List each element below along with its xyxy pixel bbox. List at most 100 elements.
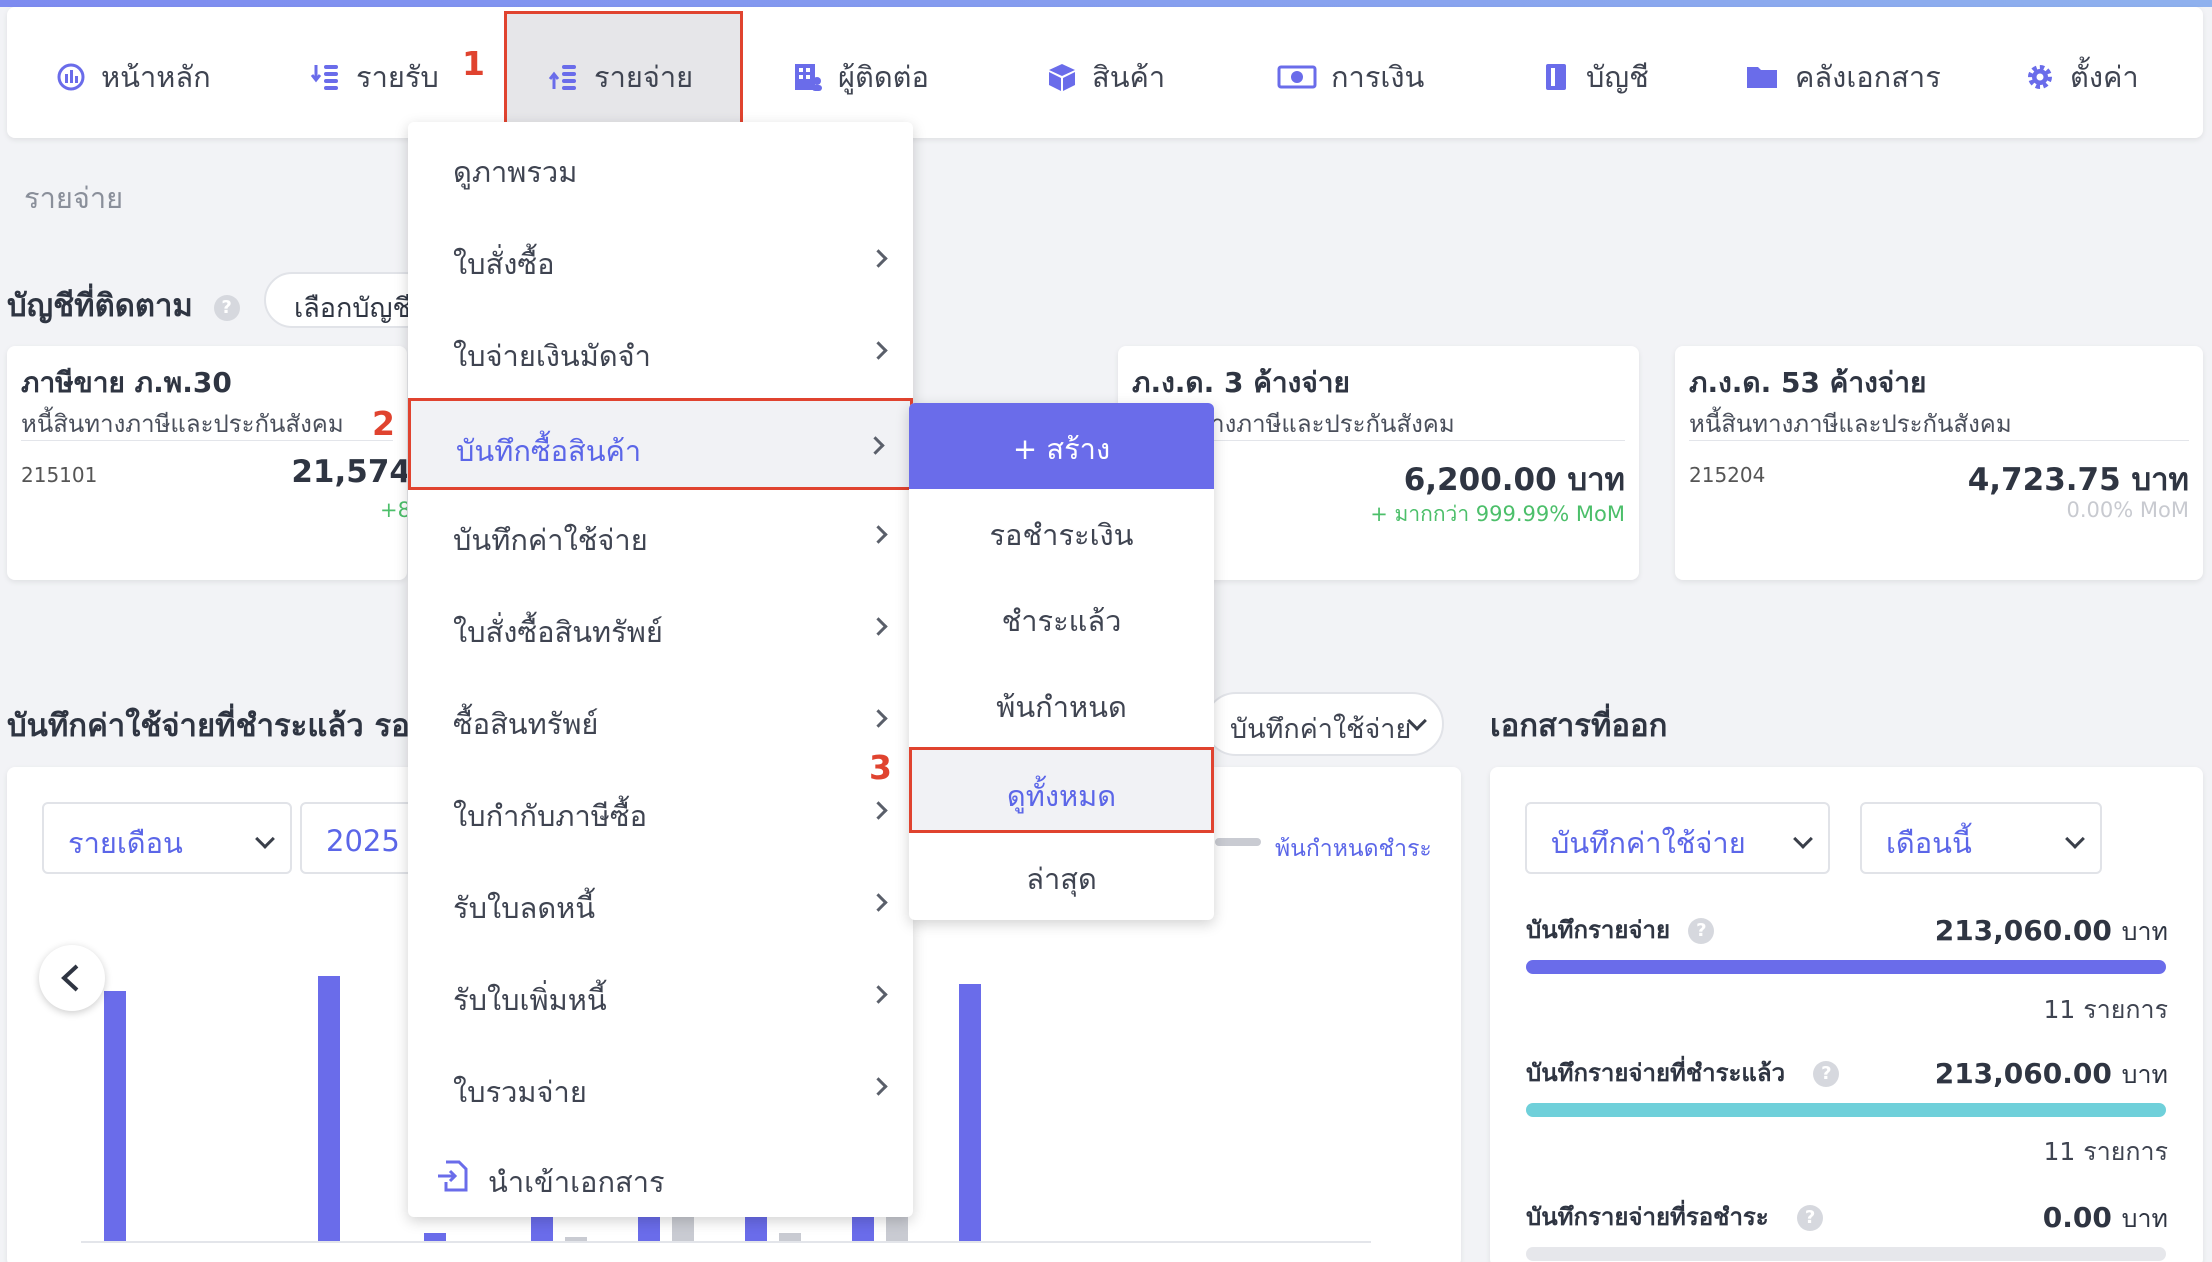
nav-label: ตั้งค่า <box>2070 60 2139 94</box>
card-amount: 21,574 <box>291 454 407 490</box>
chevron-left-icon <box>61 964 79 992</box>
folder-icon <box>1747 67 1777 88</box>
submenu-item-latest[interactable]: ล่าสุด <box>909 833 1214 919</box>
nav-label: บัญชี <box>1586 60 1649 94</box>
income-icon <box>310 65 338 90</box>
nav-item-income[interactable]: รายรับ <box>310 53 439 101</box>
nav-item-home[interactable]: หน้าหลัก <box>55 53 211 101</box>
nav-item-contacts[interactable]: ผู้ติดต่อ <box>792 53 929 101</box>
menu-item-deposit-payment[interactable]: ใบจ่ายเงินมัดจำ <box>408 306 913 398</box>
stat-label: บันทึกรายจ่าย ? <box>1526 910 1715 949</box>
chart-bar-paid[interactable] <box>104 991 126 1241</box>
nav-item-finance[interactable]: การเงิน <box>1277 53 1424 101</box>
menu-item-asset-purchase[interactable]: ซื้อสินทรัพย์ <box>408 674 913 766</box>
stat-value: 0.00 บาท <box>2042 1201 2168 1234</box>
help-icon[interactable]: ? <box>1797 1205 1824 1231</box>
submenu-item-overdue[interactable]: พ้นกำหนด <box>909 661 1214 747</box>
submenu-item-awaiting-payment[interactable]: รอชำระเงิน <box>909 489 1214 575</box>
card-amount: 4,723.75 บาท <box>1967 462 2189 498</box>
menu-item-purchase-record[interactable]: บันทึกซื้อสินค้า <box>408 398 913 490</box>
chevron-down-icon <box>255 829 275 849</box>
expense-dropdown-menu: ดูภาพรวม ใบสั่งซื้อ ใบจ่ายเงินมัดจำ บันท… <box>408 122 913 1217</box>
nav-label: หน้าหลัก <box>101 60 211 94</box>
expense-icon <box>548 65 576 90</box>
chevron-right-icon <box>869 1077 888 1096</box>
gear-icon <box>2028 65 2052 89</box>
chart-baseline <box>81 1241 1371 1243</box>
breadcrumb: รายจ่าย <box>24 181 124 215</box>
account-card[interactable]: ภาษีขาย ภ.พ.30 หนี้สินทางภาษีและประกันสั… <box>7 346 407 580</box>
stat-progress-bar <box>1526 960 2166 974</box>
import-document-icon <box>438 1160 468 1192</box>
menu-item-overview[interactable]: ดูภาพรวม <box>408 122 913 214</box>
menu-item-combined-payment[interactable]: ใบรวมจ่าย <box>408 1042 913 1134</box>
create-button[interactable]: + สร้าง <box>909 403 1214 489</box>
docs-issued-title: เอกสารที่ออก <box>1490 708 1668 744</box>
nav-item-products[interactable]: สินค้า <box>1046 53 1165 101</box>
period-select[interactable]: รายเดือน <box>42 802 292 874</box>
help-icon[interactable]: ? <box>213 294 240 321</box>
card-subtitle: หนี้สินทางภาษีและประกันสังคม <box>21 410 344 438</box>
card-code: 215101 <box>21 463 98 487</box>
chart-bar-overdue[interactable] <box>779 1233 801 1241</box>
chart-bar-paid[interactable] <box>959 984 981 1241</box>
legend-overdue[interactable]: พ้นกำหนดชำระ <box>1275 831 1432 867</box>
nav-item-accounts[interactable]: บัญชี <box>1540 53 1649 101</box>
card-title: ภาษีขาย ภ.พ.30 <box>21 366 232 399</box>
stat-value: 213,060.00 บาท <box>1934 914 2168 947</box>
chevron-down-icon <box>2065 829 2085 849</box>
contacts-icon <box>795 64 822 91</box>
chart-bar-paid[interactable] <box>424 1233 446 1241</box>
purchase-record-submenu: + สร้าง รอชำระเงิน ชำระแล้ว พ้นกำหนด ดูท… <box>909 403 1214 920</box>
menu-item-asset-order[interactable]: ใบสั่งซื้อสินทรัพย์ <box>408 582 913 674</box>
nav-item-expense[interactable]: รายจ่าย <box>548 53 693 101</box>
chevron-right-icon <box>869 985 888 1004</box>
stat-label: บันทึกรายจ่ายที่ชำระแล้ว ? <box>1526 1053 1840 1092</box>
chart-doc-select[interactable]: บันทึกค่าใช้จ่าย <box>1204 692 1444 756</box>
card-amount: 6,200.00 บาท <box>1403 462 1625 498</box>
chevron-right-icon <box>869 801 888 820</box>
chevron-right-icon <box>869 341 888 360</box>
menu-item-expense-record[interactable]: บันทึกค่าใช้จ่าย <box>408 490 913 582</box>
card-title: ภ.ง.ด. 53 ค้างจ่าย <box>1689 366 1927 399</box>
help-icon[interactable]: ? <box>1813 1061 1840 1087</box>
nav-label: รายรับ <box>356 60 439 94</box>
watched-accounts-title: บัญชีที่ติดตาม ? <box>7 280 240 330</box>
menu-item-purchase-order[interactable]: ใบสั่งซื้อ <box>408 214 913 306</box>
chart-section-title: บันทึกค่าใช้จ่ายที่ชำระแล้ว รอชำ <box>7 708 449 744</box>
chevron-right-icon <box>869 525 888 544</box>
card-divider <box>21 440 393 441</box>
card-divider <box>1689 440 2189 441</box>
chart-prev-button[interactable] <box>39 945 105 1011</box>
chevron-down-icon <box>1793 829 1813 849</box>
top-accent-bar <box>0 0 2212 7</box>
nav-label: การเงิน <box>1331 60 1425 94</box>
stat-count: 11 รายการ <box>2043 1137 2168 1166</box>
annotation-3: 3 <box>869 748 892 787</box>
stat-count: 11 รายการ <box>2043 995 2168 1024</box>
card-title: ภ.ง.ด. 3 ค้างจ่าย <box>1132 366 1350 399</box>
ledger-icon <box>1546 64 1566 90</box>
nav-item-settings[interactable]: ตั้งค่า <box>2024 53 2139 101</box>
menu-item-purchase-tax-invoice[interactable]: ใบกำกับภาษีซื้อ <box>408 766 913 858</box>
help-icon[interactable]: ? <box>1688 918 1715 944</box>
menu-item-debit-note[interactable]: รับใบเพิ่มหนี้ <box>408 950 913 1042</box>
stat-value: 213,060.00 บาท <box>1934 1057 2168 1090</box>
card-subtitle: หนี้สินทางภาษีและประกันสังคม <box>1689 410 2012 438</box>
nav-label: รายจ่าย <box>594 60 694 94</box>
card-mom: + มากกว่า 999.99% MoM <box>1370 502 1625 526</box>
menu-item-import[interactable]: นำเข้าเอกสาร <box>408 1132 913 1224</box>
chevron-right-icon <box>869 709 888 728</box>
nav-item-documents[interactable]: คลังเอกสาร <box>1745 53 1941 101</box>
submenu-item-view-all[interactable]: ดูทั้งหมด <box>909 747 1214 833</box>
menu-item-credit-note[interactable]: รับใบลดหนี้ <box>408 858 913 950</box>
submenu-item-paid[interactable]: ชำระแล้ว <box>909 575 1214 661</box>
annotation-1: 1 <box>462 44 485 83</box>
chart-bar-paid[interactable] <box>318 976 340 1241</box>
docs-doc-select[interactable]: บันทึกค่าใช้จ่าย <box>1525 802 1830 874</box>
chart-circle-icon <box>57 63 85 91</box>
account-card[interactable]: ภ.ง.ด. 53 ค้างจ่าย หนี้สินทางภาษีและประก… <box>1675 346 2203 580</box>
stat-progress-bar <box>1526 1103 2166 1117</box>
docs-period-select[interactable]: เดือนนี้ <box>1860 802 2102 874</box>
chevron-right-icon <box>869 249 888 268</box>
